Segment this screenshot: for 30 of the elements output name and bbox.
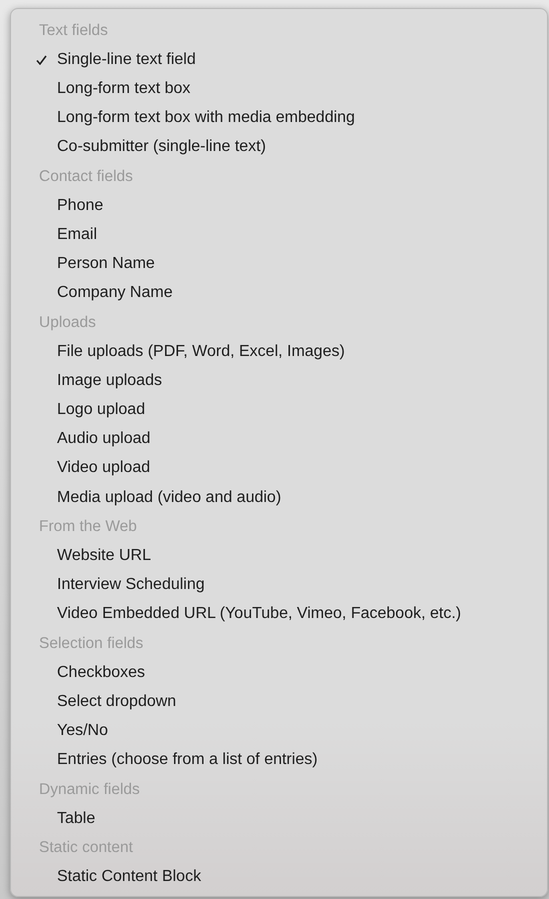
menu-item[interactable]: Phone (57, 196, 104, 215)
group-header: Uploads (38, 312, 96, 333)
menu-item[interactable]: Table (57, 810, 96, 828)
group-header: From the Web (38, 517, 137, 538)
menu-item[interactable]: Video upload (57, 459, 150, 478)
menu-item[interactable]: Long-form text box with media embedding (57, 109, 355, 128)
menu-item[interactable]: Email (57, 226, 98, 244)
group-header: Selection fields (38, 634, 144, 654)
menu-item[interactable]: Checkboxes (57, 664, 146, 682)
menu-item[interactable]: Co-submitter (single-line text) (57, 138, 266, 156)
menu-item[interactable]: Yes/No (57, 722, 108, 740)
menu-item[interactable]: Interview Scheduling (57, 576, 205, 594)
menu-item[interactable]: Entries (choose from a list of entries) (57, 751, 318, 770)
menu-item[interactable]: Video Embedded URL (YouTube, Vimeo, Facebook, etc.) (57, 605, 462, 624)
menu-item[interactable]: Select dropdown (57, 692, 176, 711)
menu-item[interactable]: Person Name (57, 255, 155, 274)
menu-item[interactable]: File uploads (PDF, Word, Excel, Images) (57, 342, 345, 361)
menu-item[interactable]: Media upload (video and audio) (57, 488, 282, 507)
menu-item[interactable]: Website URL (57, 546, 151, 565)
menu-item[interactable]: Single-line text field (57, 50, 196, 69)
menu-item[interactable]: Static Content Block (57, 868, 202, 886)
menu-item[interactable]: Logo upload (57, 401, 146, 420)
menu-item[interactable]: Long-form text box (57, 80, 190, 98)
menu-item[interactable]: Company Name (57, 284, 173, 302)
menu-item[interactable]: Image uploads (57, 372, 162, 390)
menu-item[interactable]: Audio upload (57, 430, 150, 448)
group-header: Static content (38, 838, 133, 858)
group-header: Dynamic fields (38, 780, 140, 800)
group-header: Contact fields (38, 166, 133, 187)
group-header: Text fields (38, 21, 108, 41)
